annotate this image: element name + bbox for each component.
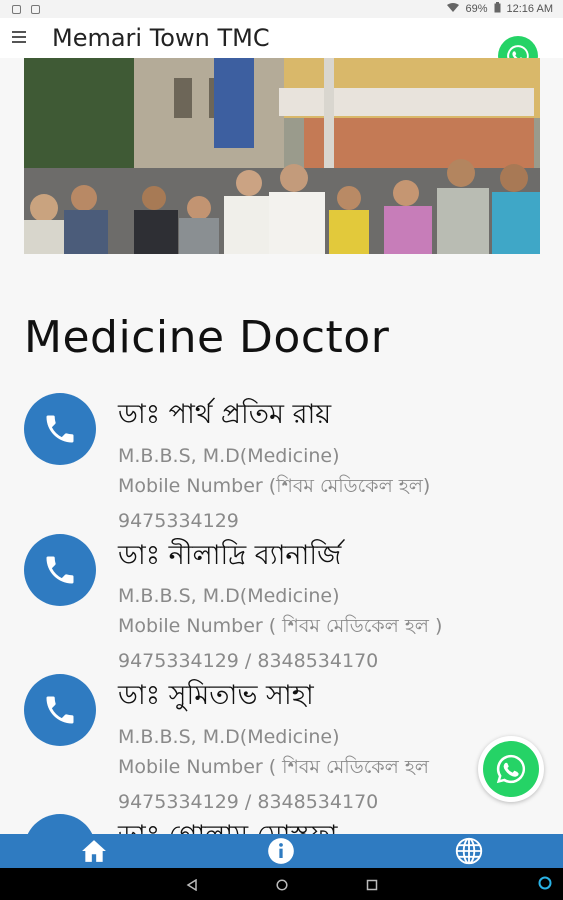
phone-icon: [46, 696, 74, 724]
whatsapp-icon: [483, 741, 539, 797]
section-title: Medicine Doctor: [24, 312, 390, 363]
recents-icon[interactable]: [366, 878, 378, 896]
doctor-degree: M.B.B.S, M.D(Medicine): [118, 585, 340, 607]
doctor-phone: 9475334129: [118, 510, 239, 532]
status-bar: 69% 12:16 AM: [0, 0, 563, 18]
back-icon[interactable]: [186, 878, 198, 896]
doctor-mobile-label: Mobile Number ( শিবম মেডিকেল হল: [118, 756, 429, 778]
doctor-phone: 9475334129 / 8348534170: [118, 791, 379, 813]
home-icon[interactable]: [80, 838, 108, 864]
bottom-nav: [0, 834, 563, 868]
system-nav-bar: [0, 868, 563, 900]
doctor-mobile-label: Mobile Number (শিবম মেডিকেল হল): [118, 475, 431, 497]
home-circle-icon[interactable]: [276, 878, 288, 896]
notification-icons: [12, 4, 40, 14]
globe-icon[interactable]: [455, 837, 483, 865]
doctor-name: ডাঃ পার্থ প্রতিম রায়: [118, 399, 332, 430]
doctor-degree: M.B.B.S, M.D(Medicine): [118, 726, 340, 748]
phone-call-button[interactable]: [24, 534, 96, 606]
whatsapp-float-button[interactable]: [478, 736, 544, 802]
phone-icon: [46, 556, 74, 584]
doctor-degree: M.B.B.S, M.D(Medicine): [118, 445, 340, 467]
wifi-icon: [447, 2, 460, 16]
doctor-name: ডাঃ সুমিতাভ সাহা: [118, 680, 314, 711]
info-icon[interactable]: [267, 838, 295, 864]
phone-icon: [46, 415, 74, 443]
battery-percent: 69%: [465, 3, 488, 15]
clock: 12:16 AM: [506, 3, 553, 15]
notification-icon: [31, 4, 40, 14]
hamburger-menu-icon[interactable]: [12, 31, 26, 43]
doctor-phone: 9475334129 / 8348534170: [118, 650, 379, 672]
doctor-name: ডাঃ নীলাদ্রি ব্যানার্জি: [118, 540, 342, 571]
phone-call-button[interactable]: [24, 393, 96, 465]
battery-icon: [494, 2, 501, 16]
app-bar: Memari Town TMC: [0, 18, 563, 76]
photo-banner: [24, 58, 540, 254]
assistant-icon[interactable]: [538, 876, 552, 895]
doctor-mobile-label: Mobile Number ( শিবম মেডিকেল হল ): [118, 615, 443, 637]
app-title: Memari Town TMC: [52, 24, 270, 52]
phone-call-button[interactable]: [24, 674, 96, 746]
notification-icon: [12, 4, 21, 14]
